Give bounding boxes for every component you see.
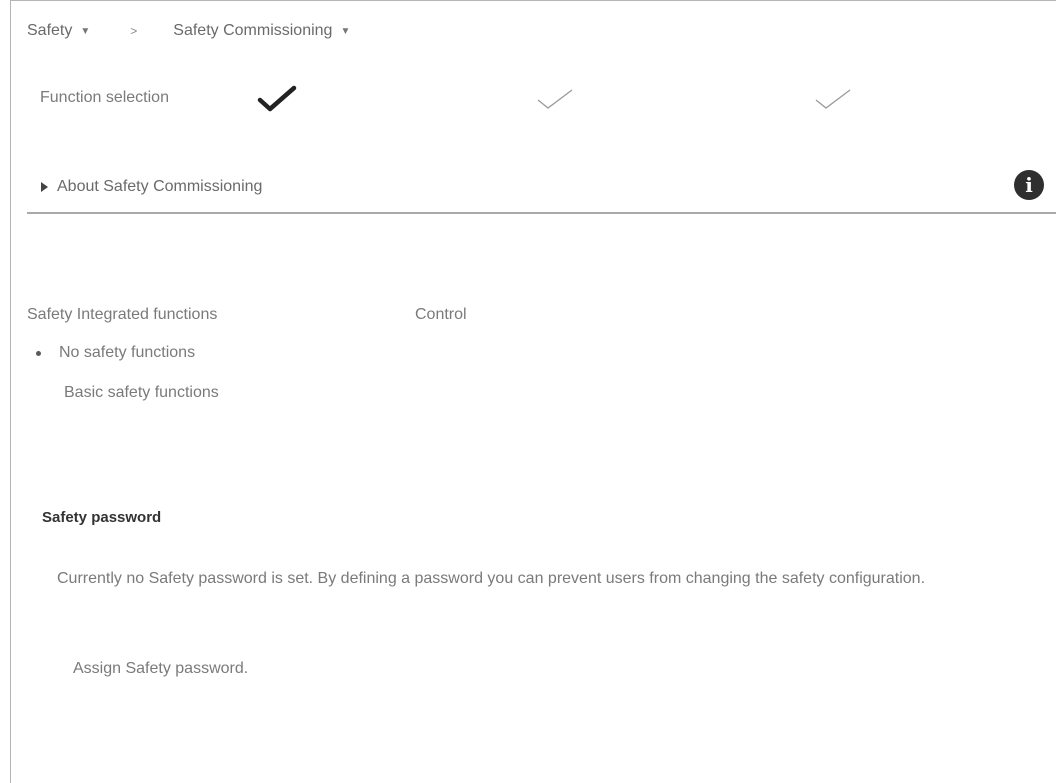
step-1-done-check-icon[interactable]: [256, 84, 300, 114]
option-label: Basic safety functions: [64, 384, 219, 401]
breadcrumb-safety-commissioning[interactable]: Safety Commissioning ▼: [173, 22, 350, 40]
expand-arrow-icon[interactable]: [41, 182, 48, 192]
safety-password-title: Safety password: [42, 509, 162, 526]
current-step-label: Function selection: [40, 89, 169, 106]
breadcrumb-safety-commissioning-label: Safety Commissioning: [173, 22, 333, 39]
option-no-safety-functions[interactable]: No safety functions: [27, 344, 195, 362]
step-3-pending-check-icon[interactable]: [812, 84, 856, 114]
selected-bullet-icon: [36, 350, 41, 356]
breadcrumb: Safety ▼ > Safety Commissioning ▼: [27, 20, 350, 42]
control-header: Control: [415, 306, 467, 323]
breadcrumb-safety[interactable]: Safety ▼: [27, 22, 90, 40]
option-label: No safety functions: [59, 344, 196, 361]
breadcrumb-separator: >: [130, 24, 138, 38]
option-basic-safety-functions[interactable]: Basic safety functions: [27, 384, 219, 402]
breadcrumb-safety-label: Safety: [27, 22, 73, 39]
about-safety-commissioning-toggle[interactable]: About Safety Commissioning: [57, 178, 262, 196]
about-section: About Safety Commissioning i: [27, 170, 1056, 214]
step-2-pending-check-icon[interactable]: [534, 84, 578, 114]
chevron-down-icon: ▼: [80, 25, 91, 37]
wizard-steps: Function selection: [40, 84, 1040, 114]
safety-password-description: Currently no Safety password is set. By …: [57, 570, 926, 587]
assign-safety-password-link[interactable]: Assign Safety password.: [73, 660, 248, 678]
info-icon[interactable]: i: [1014, 170, 1044, 200]
functions-header: Safety Integrated functions: [27, 306, 218, 323]
chevron-down-icon: ▼: [340, 25, 351, 37]
